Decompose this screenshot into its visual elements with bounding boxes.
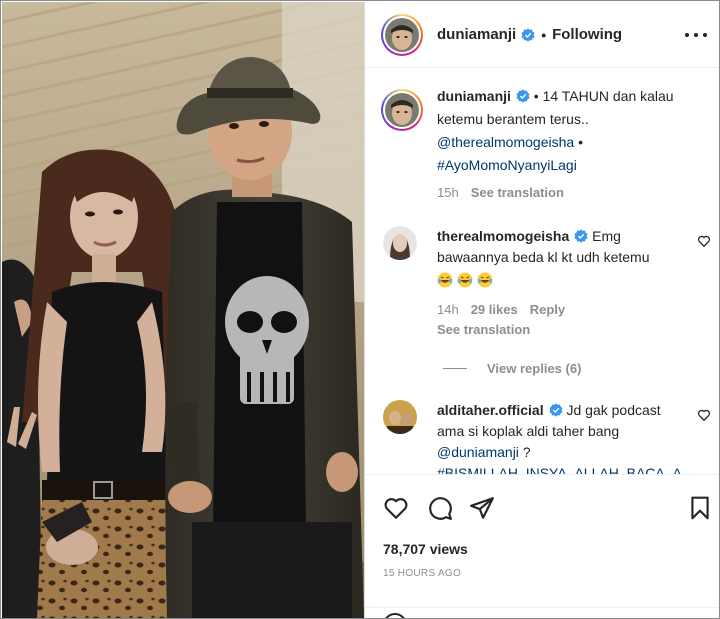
view-count[interactable]: 78,707 views [383, 541, 468, 557]
comment-trail: ? [518, 444, 531, 460]
caption-separator: • [578, 134, 583, 150]
divider [365, 607, 719, 608]
avatar[interactable] [381, 13, 423, 56]
caption-see-translation[interactable]: See translation [471, 185, 564, 200]
comment-username[interactable]: alditaher.official [437, 402, 544, 418]
separator-dot: • [541, 26, 547, 43]
instagram-post-window: duniamanji • Following duniamanji • 14 T… [0, 0, 720, 619]
caption-text-block: duniamanji • 14 TAHUN dan kalau ketemu b… [437, 85, 701, 204]
comments-list[interactable]: duniamanji • 14 TAHUN dan kalau ketemu b… [365, 69, 719, 474]
comment-body: therealmomogeisha Emg bawaannya beda kl … [437, 226, 687, 340]
heart-icon[interactable] [697, 234, 711, 248]
comment-time[interactable]: 14h [437, 302, 459, 317]
comment-avatar[interactable] [383, 226, 417, 260]
avatar-photo [383, 400, 417, 434]
avatar-photo [385, 17, 419, 52]
post-header: duniamanji • Following [365, 2, 719, 68]
verified-badge-icon [516, 89, 530, 103]
caption-mention-link[interactable]: @therealmomogeisha [437, 134, 574, 150]
comment-likes[interactable]: 29 likes [471, 302, 518, 317]
caption-meta: 15h See translation [437, 181, 701, 204]
bookmark-icon[interactable] [687, 495, 713, 521]
comment-hashtag-link[interactable]: #BISMILLAH_INSYA_ALLAH_BACA_A [437, 463, 687, 474]
caption-time[interactable]: 15h [437, 185, 459, 200]
post-actions: 78,707 views 15 HOURS AGO [365, 474, 719, 618]
post-photo-image [2, 2, 364, 618]
avatar-photo [385, 93, 419, 127]
comment-mention-link[interactable]: @duniamanji [437, 444, 519, 460]
avatar-photo [383, 226, 417, 260]
laughing-emoji-icon [477, 272, 493, 288]
more-horizontal-icon[interactable] [685, 26, 707, 44]
comment-meta: 14h 29 likes Reply [437, 301, 687, 318]
comment-icon[interactable] [427, 495, 453, 521]
post-timestamp: 15 HOURS AGO [383, 568, 462, 579]
following-button[interactable]: Following [552, 26, 622, 43]
verified-badge-icon [521, 27, 535, 42]
heart-icon[interactable] [383, 495, 409, 521]
caption-avatar[interactable] [381, 89, 423, 131]
verified-badge-icon [549, 403, 563, 417]
laughing-emoji-icon [437, 272, 453, 288]
share-icon[interactable] [469, 495, 495, 521]
reply-button[interactable]: Reply [530, 302, 565, 317]
post-author-username[interactable]: duniamanji [437, 26, 516, 43]
view-replies-label: View replies (6) [487, 361, 582, 376]
emoji-row [437, 270, 687, 291]
caption-username[interactable]: duniamanji [437, 88, 511, 104]
comment-username[interactable]: therealmomogeisha [437, 228, 569, 244]
caption-hashtag-link[interactable]: #AyoMomoNyanyiLagi [437, 157, 577, 173]
post-photo[interactable] [2, 2, 364, 618]
view-replies-button[interactable]: View replies (6) [443, 361, 581, 376]
heart-icon[interactable] [697, 408, 711, 422]
comment-body: alditaher.official Jd gak podcast ama si… [437, 400, 687, 474]
verified-badge-icon [574, 229, 588, 243]
divider [443, 368, 467, 369]
laughing-emoji-icon [457, 272, 473, 288]
comment-avatar[interactable] [383, 400, 417, 434]
post-side-panel: duniamanji • Following duniamanji • 14 T… [364, 2, 719, 618]
comment-see-translation[interactable]: See translation [437, 319, 687, 340]
emoji-icon[interactable] [383, 613, 407, 618]
